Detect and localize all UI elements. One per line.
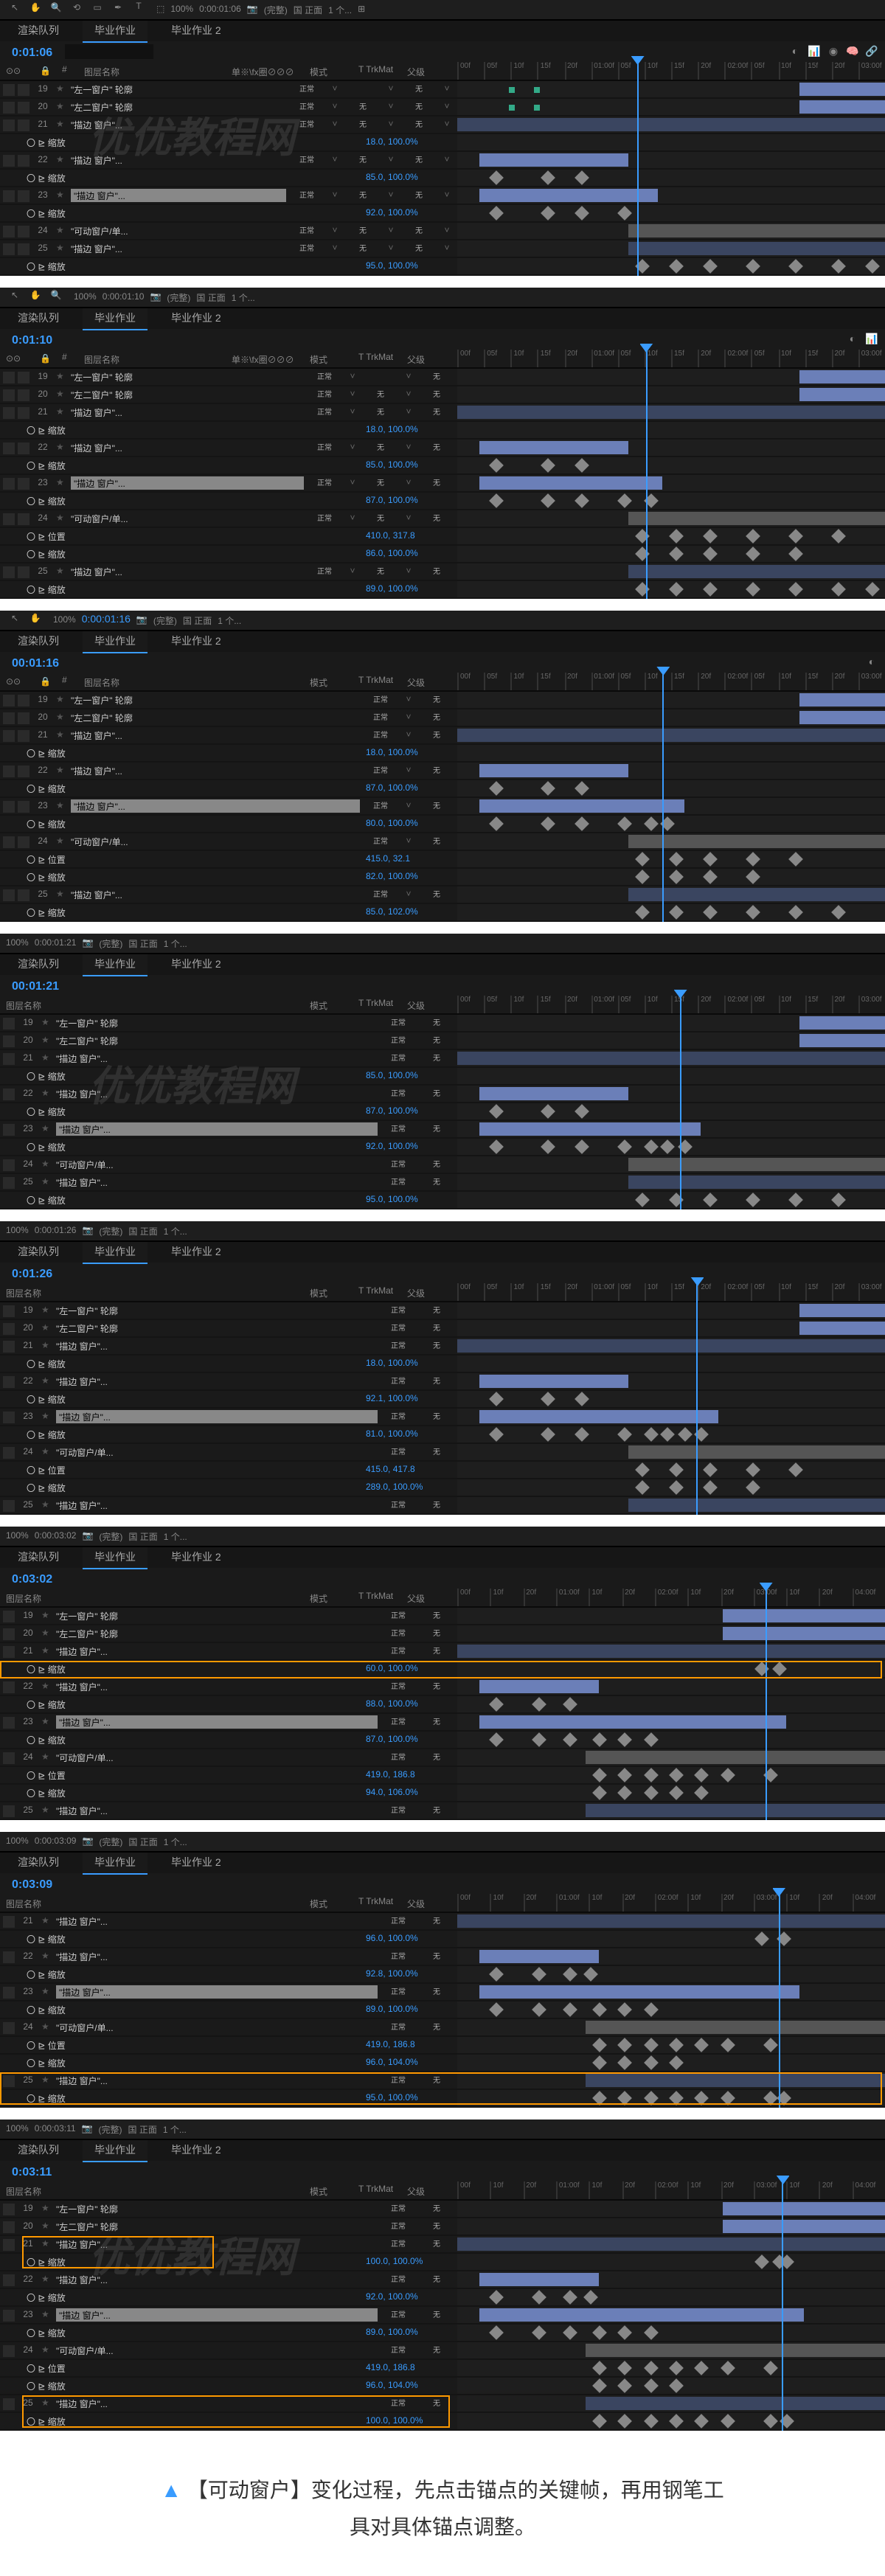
shy-icon[interactable]: ◐ — [788, 44, 802, 59]
graph-icon[interactable]: 📊 — [807, 44, 822, 59]
rotate-icon[interactable]: ⟲ — [68, 2, 86, 17]
layer-row[interactable]: 19★"左一窗户" 轮廓正常˅˅无˅ — [0, 81, 457, 99]
trkmat-header[interactable]: T TrkMat — [358, 66, 403, 75]
mode-header[interactable]: 模式 — [310, 64, 354, 77]
caption: ▲ 【可动窗户】变化过程，先点击锚点的关键帧，再用钢笔工 具对具体锚点调整。 — [0, 2443, 885, 2576]
property-row[interactable]: 〇 ⊵ 缩放18.0, 100.0% — [0, 134, 457, 152]
timecode-top: 0:00:01:06 — [199, 5, 241, 14]
count-label: 1 个... — [328, 3, 352, 16]
layer-row[interactable]: 20★"左二窗户" 轮廓正常˅无˅无˅ — [0, 99, 457, 117]
layer-row[interactable]: 23★"描边 窗户"...正常˅无˅无˅ — [0, 187, 457, 205]
current-time[interactable]: 0:01:06 — [6, 45, 58, 58]
av-header: ⊙⊙ — [6, 66, 35, 76]
link-icon[interactable]: 🔗 — [864, 44, 879, 59]
panel-dropdown[interactable]: 国 正面 — [294, 3, 322, 16]
brain-icon[interactable]: 🧠 — [845, 44, 860, 59]
comp-dropdown[interactable]: (完整) — [264, 3, 288, 16]
layer-row[interactable]: 24★"可动窗户/单...正常˅无˅无˅ — [0, 223, 457, 240]
cursor-icon[interactable]: ↖ — [6, 2, 24, 17]
motion-blur-icon[interactable]: ◉ — [826, 44, 841, 59]
snapshot-icon[interactable]: 📷 — [247, 4, 258, 15]
layer-row[interactable]: 22★"描边 窗户"...正常˅无˅无˅ — [0, 152, 457, 170]
tab-comp2[interactable]: 毕业作业 2 — [159, 21, 233, 41]
pen-icon[interactable]: ✒ — [109, 2, 127, 17]
parent-header[interactable]: 父级 — [407, 64, 451, 77]
layer-row[interactable]: 25★"描边 窗户"...正常˅无˅无˅ — [0, 240, 457, 258]
lock-header: 🔒 — [40, 66, 58, 76]
hand-icon[interactable]: ✋ — [27, 2, 44, 17]
grid-icon[interactable]: ⊞ — [358, 4, 365, 15]
tab-comp1[interactable]: 毕业作业 — [83, 20, 148, 42]
layer-name-header[interactable]: 图层名称 — [84, 64, 227, 77]
property-row[interactable]: 〇 ⊵ 缩放95.0, 100.0% — [0, 258, 457, 276]
zoom-label[interactable]: 100% — [170, 5, 193, 14]
cursor2-icon[interactable]: ⬚ — [156, 4, 164, 15]
tab-render-queue[interactable]: 渲染队列 — [6, 21, 71, 41]
property-row[interactable]: 〇 ⊵ 缩放92.0, 100.0% — [0, 205, 457, 223]
property-row[interactable]: 〇 ⊵ 缩放85.0, 100.0% — [0, 170, 457, 187]
text-icon[interactable]: T — [130, 2, 148, 17]
time-ruler[interactable]: 00f05f10f15f20f01:00f05f10f15f20f02:00f0… — [457, 62, 885, 81]
rect-icon[interactable]: ▭ — [88, 2, 106, 17]
switches-header: 单※\fx圈⊘⊘⊘ — [232, 64, 305, 77]
layer-row[interactable]: 21★"描边 窗户"...正常˅无˅无˅ — [0, 117, 457, 134]
search-input[interactable] — [64, 44, 153, 59]
zoom-icon[interactable]: 🔍 — [47, 2, 65, 17]
